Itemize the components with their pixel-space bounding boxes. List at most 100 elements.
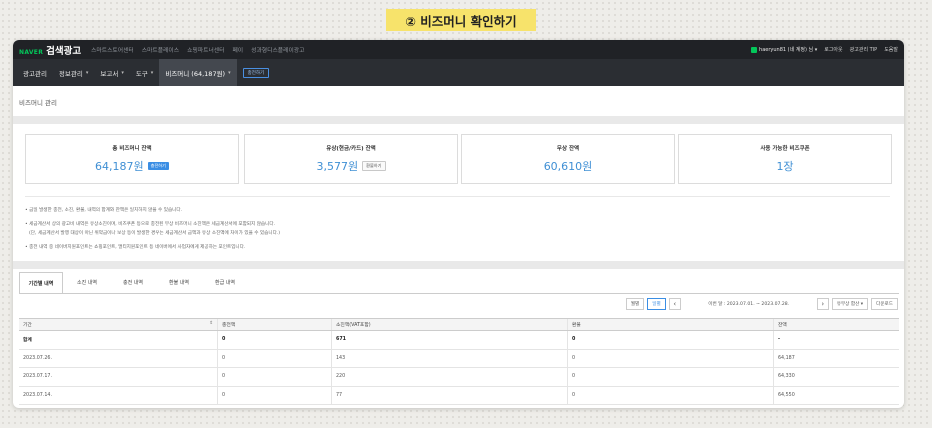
cell-spend: 77 bbox=[331, 386, 567, 404]
header-charge: 충전액 bbox=[217, 319, 331, 330]
header-refund: 환불 bbox=[567, 319, 773, 330]
tab-return-history[interactable]: 환급 내역 bbox=[203, 272, 247, 294]
section-divider bbox=[13, 116, 904, 124]
menu-charge-button[interactable]: 충전하기 bbox=[242, 67, 270, 78]
section-divider bbox=[13, 261, 904, 269]
section-banner: ② 비즈머니 확인하기 bbox=[386, 9, 536, 31]
help-link[interactable]: 도움말 bbox=[884, 46, 898, 53]
history-table: 기간 ⇕ 충전액 소진액(VAT포함) 환불 잔액 합계 0 671 0 - 2… bbox=[19, 318, 899, 405]
cell-balance: - bbox=[773, 331, 899, 349]
cell-spend: 671 bbox=[331, 331, 567, 349]
charge-button[interactable]: 충전하기 bbox=[147, 162, 170, 170]
cell-refund: 0 bbox=[567, 349, 773, 367]
table-total-row: 합계 0 671 0 - bbox=[19, 331, 899, 350]
tab-charge-history[interactable]: 충전 내역 bbox=[111, 272, 155, 294]
chevron-down-icon: ▾ bbox=[228, 69, 231, 76]
card-biz-coupons: 사용 가능한 비즈쿠폰 1장 bbox=[678, 134, 892, 184]
menu-label: 도구 bbox=[135, 69, 148, 78]
menu-ad-management[interactable]: 광고관리 bbox=[17, 59, 53, 86]
cell-charge: 0 bbox=[217, 349, 331, 367]
cell-balance: 64,330 bbox=[773, 368, 899, 386]
main-menu: 광고관리 정보관리 ▾ 보고서 ▾ 도구 ▾ 비즈머니 (64,187원) ▾ … bbox=[13, 59, 904, 86]
card-title: 사용 가능한 비즈쿠폰 bbox=[760, 146, 810, 152]
tab-period-history[interactable]: 기간별 내역 bbox=[19, 272, 63, 294]
balance-type-select[interactable]: 유무상 합산 ▾ bbox=[831, 298, 869, 310]
card-paid-balance: 유상(현금/카드) 잔액 3,577원 환불하기 bbox=[244, 134, 458, 184]
history-tabs: 기간별 내역 소진 내역 충전 내역 환불 내역 환급 내역 bbox=[19, 272, 249, 294]
chevron-down-icon: ▾ bbox=[150, 69, 154, 76]
card-title: 총 비즈머니 잔액 bbox=[112, 146, 152, 152]
table-header-row: 기간 ⇕ 충전액 소진액(VAT포함) 환불 잔액 bbox=[19, 318, 899, 331]
card-free-balance: 무상 잔액 60,610원 bbox=[461, 134, 675, 184]
header-label: 기간 bbox=[23, 323, 32, 328]
menu-tools[interactable]: 도구 ▾ bbox=[130, 59, 159, 86]
user-name: haeryun81 (네 계정) 님 ▾ bbox=[759, 47, 818, 53]
prev-period-icon[interactable]: ‹ bbox=[668, 298, 681, 310]
card-total-balance: 총 비즈머니 잔액 64,187원 충전하기 bbox=[25, 134, 239, 184]
table-row: 2023.07.26. 0 143 0 64,187 bbox=[19, 349, 899, 368]
cell-period: 합계 bbox=[23, 338, 32, 344]
card-title: 무상 잔액 bbox=[556, 146, 580, 152]
cell-refund: 0 bbox=[567, 331, 773, 349]
user-badge-icon bbox=[751, 46, 758, 53]
logo[interactable]: NAVER 검색광고 bbox=[19, 43, 81, 57]
tab-spend-history[interactable]: 소진 내역 bbox=[65, 272, 109, 294]
toplink-shopping-partner[interactable]: 쇼핑파트너센터 bbox=[187, 45, 224, 54]
card-title: 유상(현금/카드) 잔액 bbox=[326, 146, 376, 152]
logo-naver: NAVER bbox=[19, 48, 44, 56]
menu-reports[interactable]: 보고서 ▾ bbox=[94, 59, 129, 86]
period-range: 이번 달 : 2023.07.01. ~ 2023.07.28. bbox=[683, 298, 814, 310]
toplink-display-ads[interactable]: 성과형디스플레이광고 bbox=[251, 45, 304, 54]
menu-info-management[interactable]: 정보관리 ▾ bbox=[53, 59, 94, 86]
card-value: 60,610원 bbox=[543, 160, 593, 173]
toplink-smartstore[interactable]: 스마트스토어센터 bbox=[91, 45, 134, 54]
top-bar: NAVER 검색광고 스마트스토어센터 스마트플레이스 쇼핑파트너센터 페이 성… bbox=[13, 40, 904, 59]
app-window: NAVER 검색광고 스마트스토어센터 스마트플레이스 쇼핑파트너센터 페이 성… bbox=[13, 40, 904, 408]
header-spend: 소진액(VAT포함) bbox=[331, 319, 567, 330]
refund-button[interactable]: 환불하기 bbox=[362, 161, 386, 171]
tabs-underline bbox=[19, 293, 899, 294]
table-row: 2023.07.17. 0 220 0 64,330 bbox=[19, 368, 899, 387]
user-account[interactable]: haeryun81 (네 계정) 님 ▾ bbox=[751, 46, 817, 53]
card-value[interactable]: 1장 bbox=[776, 158, 793, 174]
menu-label: 광고관리 bbox=[23, 69, 47, 78]
notice-item: (단, 세금계산서 발행 대상이 아닌 위약금이나 보상 등이 발생한 경우는 … bbox=[29, 231, 281, 236]
card-value: 3,577원 bbox=[316, 160, 359, 173]
sort-icon[interactable]: ⇕ bbox=[209, 321, 213, 328]
ad-tip-link[interactable]: 광고관리 TIP bbox=[850, 46, 878, 53]
header-period[interactable]: 기간 ⇕ bbox=[19, 321, 217, 328]
notice-list: • 금일 발생한 충전, 소진, 환불, 내역의 합계와 잔액은 일치하지 않을… bbox=[25, 206, 885, 252]
cell-period: 2023.07.17. bbox=[23, 374, 52, 380]
menu-label: 비즈머니 (64,187원) bbox=[165, 69, 226, 78]
cell-spend: 143 bbox=[331, 349, 567, 367]
logout-link[interactable]: 로그아웃 bbox=[824, 46, 842, 53]
monthly-toggle[interactable]: 월별 bbox=[625, 298, 645, 310]
table-row: 2023.07.14. 0 77 0 64,550 bbox=[19, 386, 899, 405]
download-button[interactable]: 다운로드 bbox=[871, 298, 898, 310]
card-value: 64,187원 bbox=[94, 160, 144, 173]
notice-item: • 세금계산서 상의 광고비 내역은 유상소진이며, 비즈쿠폰 등으로 충전된 … bbox=[25, 222, 276, 227]
cell-balance: 64,550 bbox=[773, 386, 899, 404]
cell-spend: 220 bbox=[331, 368, 567, 386]
notice-item: • 충전 내역 중 네이버지원포인트는 쇼핑포인트, 멀티지원포인트 등 네이버… bbox=[25, 245, 246, 250]
toplink-smartplace[interactable]: 스마트플레이스 bbox=[142, 45, 179, 54]
cell-charge: 0 bbox=[217, 386, 331, 404]
daily-toggle[interactable]: 일별 bbox=[647, 298, 666, 310]
chevron-down-icon: ▾ bbox=[85, 69, 89, 76]
toplink-pay[interactable]: 페이 bbox=[232, 45, 243, 54]
cell-refund: 0 bbox=[567, 368, 773, 386]
cell-refund: 0 bbox=[567, 386, 773, 404]
menu-bizmoney[interactable]: 비즈머니 (64,187원) ▾ bbox=[159, 59, 237, 86]
cell-charge: 0 bbox=[217, 368, 331, 386]
next-period-icon[interactable]: › bbox=[816, 298, 829, 310]
table-controls: 월별 일별 ‹ 이번 달 : 2023.07.01. ~ 2023.07.28.… bbox=[625, 298, 898, 310]
notice-item: • 금일 발생한 충전, 소진, 환불, 내역의 합계와 잔액은 일치하지 않을… bbox=[25, 208, 183, 213]
logo-title: 검색광고 bbox=[46, 45, 82, 57]
cell-period: 2023.07.14. bbox=[23, 392, 52, 398]
header-balance: 잔액 bbox=[773, 319, 899, 330]
page-title: 비즈머니 관리 bbox=[19, 99, 57, 107]
cell-charge: 0 bbox=[217, 331, 331, 349]
tab-refund-history[interactable]: 환불 내역 bbox=[157, 272, 201, 294]
notes-divider bbox=[25, 196, 890, 197]
menu-label: 정보관리 bbox=[58, 69, 83, 78]
